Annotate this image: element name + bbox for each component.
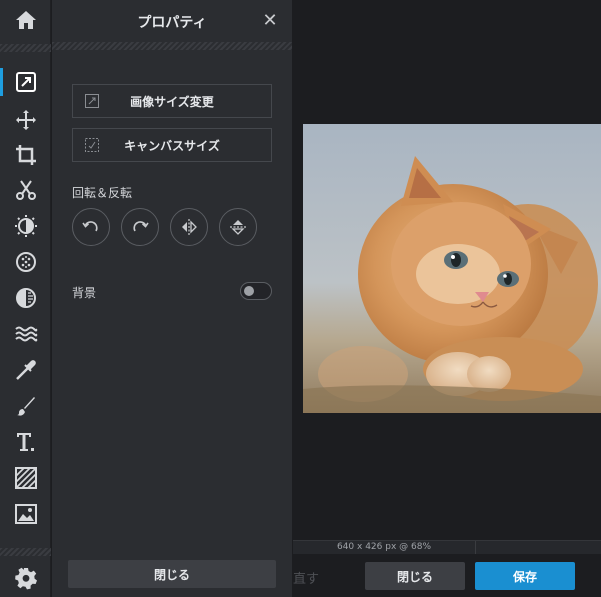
properties-panel: プロパティ ✕ 画像サイズ変更 キャンバスサイズ 回転＆反転 背景 閉じる — [52, 0, 292, 597]
tool-crop[interactable] — [0, 137, 51, 173]
toolbar-divider — [0, 44, 51, 52]
tool-adjust[interactable] — [0, 208, 51, 244]
flip-vertical-icon — [230, 220, 246, 235]
adjust-icon — [14, 215, 37, 237]
tool-move[interactable] — [0, 102, 51, 138]
close-button[interactable]: 閉じる — [365, 562, 465, 590]
resize-image-label: 画像サイズ変更 — [130, 94, 214, 109]
panel-close-footer-button[interactable]: 閉じる — [68, 560, 276, 588]
panel-close-button[interactable]: ✕ — [260, 9, 280, 31]
background-label: 背景 — [72, 286, 97, 300]
tool-dropper[interactable] — [0, 352, 51, 388]
background-toggle[interactable] — [240, 282, 272, 300]
brush-icon — [16, 397, 35, 416]
crop-icon — [15, 145, 36, 165]
home-button[interactable] — [0, 2, 51, 38]
tool-effects[interactable] — [0, 244, 51, 280]
flip-horizontal-icon — [182, 219, 197, 235]
save-button[interactable]: 保存 — [475, 562, 575, 590]
panel-divider — [52, 42, 292, 50]
resize-document-icon — [15, 72, 36, 92]
tool-brush[interactable] — [0, 388, 51, 424]
settings-gear-icon — [14, 567, 37, 590]
toolbar-divider-bottom — [0, 548, 51, 556]
dropper-icon — [15, 360, 36, 380]
kitten-photo — [303, 124, 601, 413]
bottom-action-bar: 直す 閉じる 保存 — [293, 554, 601, 597]
toggle-knob — [244, 286, 254, 296]
status-bar: 640 x 426 px @ 68% — [293, 540, 601, 555]
tool-liquify[interactable] — [0, 316, 51, 352]
text-icon — [16, 433, 34, 451]
resize-icon — [85, 94, 99, 108]
move-arrows-icon — [15, 110, 36, 130]
image-icon — [14, 504, 37, 524]
flip-vertical-button[interactable] — [219, 208, 257, 246]
pattern-icon — [14, 467, 37, 489]
contrast-icon — [15, 288, 36, 308]
image-size-status: 640 x 426 px @ 68% — [336, 542, 432, 552]
tool-filter[interactable] — [0, 280, 51, 316]
panel-title: プロパティ — [137, 15, 207, 31]
effects-dots-icon — [15, 252, 36, 272]
hidden-redo-label: 直す — [293, 572, 320, 587]
rotate-flip-label: 回転＆反転 — [72, 186, 133, 200]
tool-cutout[interactable] — [0, 172, 51, 208]
tool-text[interactable] — [0, 424, 51, 460]
scissors-icon — [15, 180, 36, 200]
rotate-right-button[interactable] — [121, 208, 159, 246]
tool-sidebar — [0, 0, 51, 597]
waves-icon — [14, 326, 37, 342]
panel-header: プロパティ ✕ — [52, 0, 292, 42]
tool-image[interactable] — [0, 496, 51, 532]
tool-adjust-size[interactable] — [0, 64, 51, 100]
canvas-size-button[interactable]: キャンバスサイズ — [72, 128, 272, 162]
rotate-left-button[interactable] — [72, 208, 110, 246]
kitten-image — [303, 124, 601, 413]
tool-pattern[interactable] — [0, 460, 51, 496]
canvas-size-icon — [85, 138, 99, 152]
resize-image-button[interactable]: 画像サイズ変更 — [72, 84, 272, 118]
rotate-left-icon — [82, 221, 98, 232]
canvas-size-label: キャンバスサイズ — [124, 138, 220, 153]
canvas-area[interactable] — [293, 0, 601, 540]
rotate-right-icon — [133, 221, 149, 232]
home-icon — [15, 11, 36, 29]
close-icon: ✕ — [262, 9, 278, 31]
settings-button[interactable] — [0, 560, 51, 596]
flip-horizontal-button[interactable] — [170, 208, 208, 246]
